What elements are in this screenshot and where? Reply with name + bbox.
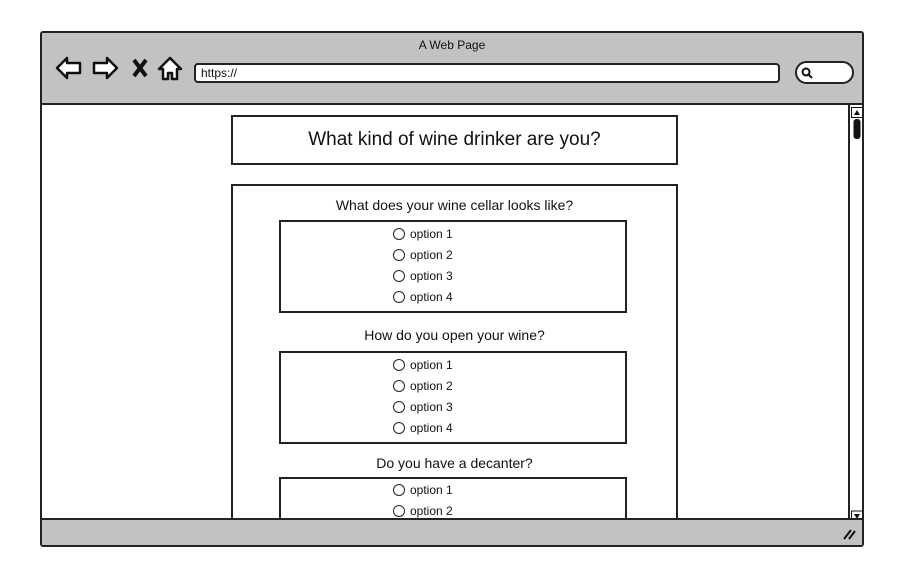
radio-option[interactable]: option 1 xyxy=(393,479,625,500)
option-label: option 2 xyxy=(410,247,453,262)
forward-icon[interactable] xyxy=(92,56,119,80)
home-icon[interactable] xyxy=(157,56,183,81)
scrollbar-thumb xyxy=(853,119,861,139)
radio-button[interactable] xyxy=(393,421,405,434)
radio-button[interactable] xyxy=(393,290,405,303)
radio-option[interactable]: option 2 xyxy=(393,244,625,265)
vertical-scrollbar[interactable] xyxy=(848,105,862,522)
radio-option[interactable]: option 2 xyxy=(393,375,625,396)
option-label: option 4 xyxy=(410,420,453,435)
radio-button[interactable] xyxy=(393,483,405,496)
radio-button[interactable] xyxy=(393,379,405,392)
radio-option[interactable]: option 1 xyxy=(393,354,625,375)
nav-icons xyxy=(55,56,183,81)
back-icon[interactable] xyxy=(55,56,82,80)
question-label: What does your wine cellar looks like? xyxy=(335,197,574,213)
status-bar xyxy=(42,518,862,545)
resize-grip-icon[interactable] xyxy=(842,528,856,540)
options-group: option 1 option 2 option 3 option 4 xyxy=(279,220,627,313)
scrollbar-parts xyxy=(851,107,862,522)
option-label: option 1 xyxy=(410,226,453,241)
option-label: option 2 xyxy=(410,503,453,518)
browser-window: A Web Page https:// What kind of wine dr… xyxy=(40,31,864,547)
option-label: option 1 xyxy=(410,357,453,372)
radio-button[interactable] xyxy=(393,227,405,240)
radio-option[interactable]: option 3 xyxy=(393,396,625,417)
radio-button[interactable] xyxy=(393,269,405,282)
radio-option[interactable]: option 3 xyxy=(393,265,625,286)
browser-toolbar: A Web Page https:// xyxy=(42,33,862,105)
option-label: option 2 xyxy=(410,378,453,393)
radio-option[interactable]: option 4 xyxy=(393,286,625,307)
radio-option[interactable]: option 1 xyxy=(393,223,625,244)
radio-button[interactable] xyxy=(393,358,405,371)
window-title: A Web Page xyxy=(418,38,486,52)
page-title: What kind of wine drinker are you? xyxy=(308,129,601,150)
radio-button[interactable] xyxy=(393,248,405,261)
option-label: option 3 xyxy=(410,399,453,414)
page-header: What kind of wine drinker are you? xyxy=(231,115,678,165)
search-icon xyxy=(801,67,813,79)
option-label: option 1 xyxy=(410,482,453,497)
search-input[interactable] xyxy=(795,61,854,84)
options-group: option 1 option 2 option 3 option 4 xyxy=(279,351,627,444)
radio-option[interactable]: option 4 xyxy=(393,417,625,438)
question-label: How do you open your wine? xyxy=(364,327,545,343)
radio-button[interactable] xyxy=(393,400,405,413)
option-label: option 3 xyxy=(410,268,453,283)
question-label: Do you have a decanter? xyxy=(376,455,533,471)
option-label: option 4 xyxy=(410,289,453,304)
stop-icon[interactable] xyxy=(132,58,148,78)
radio-button[interactable] xyxy=(393,504,405,517)
url-input[interactable]: https:// xyxy=(194,63,780,83)
